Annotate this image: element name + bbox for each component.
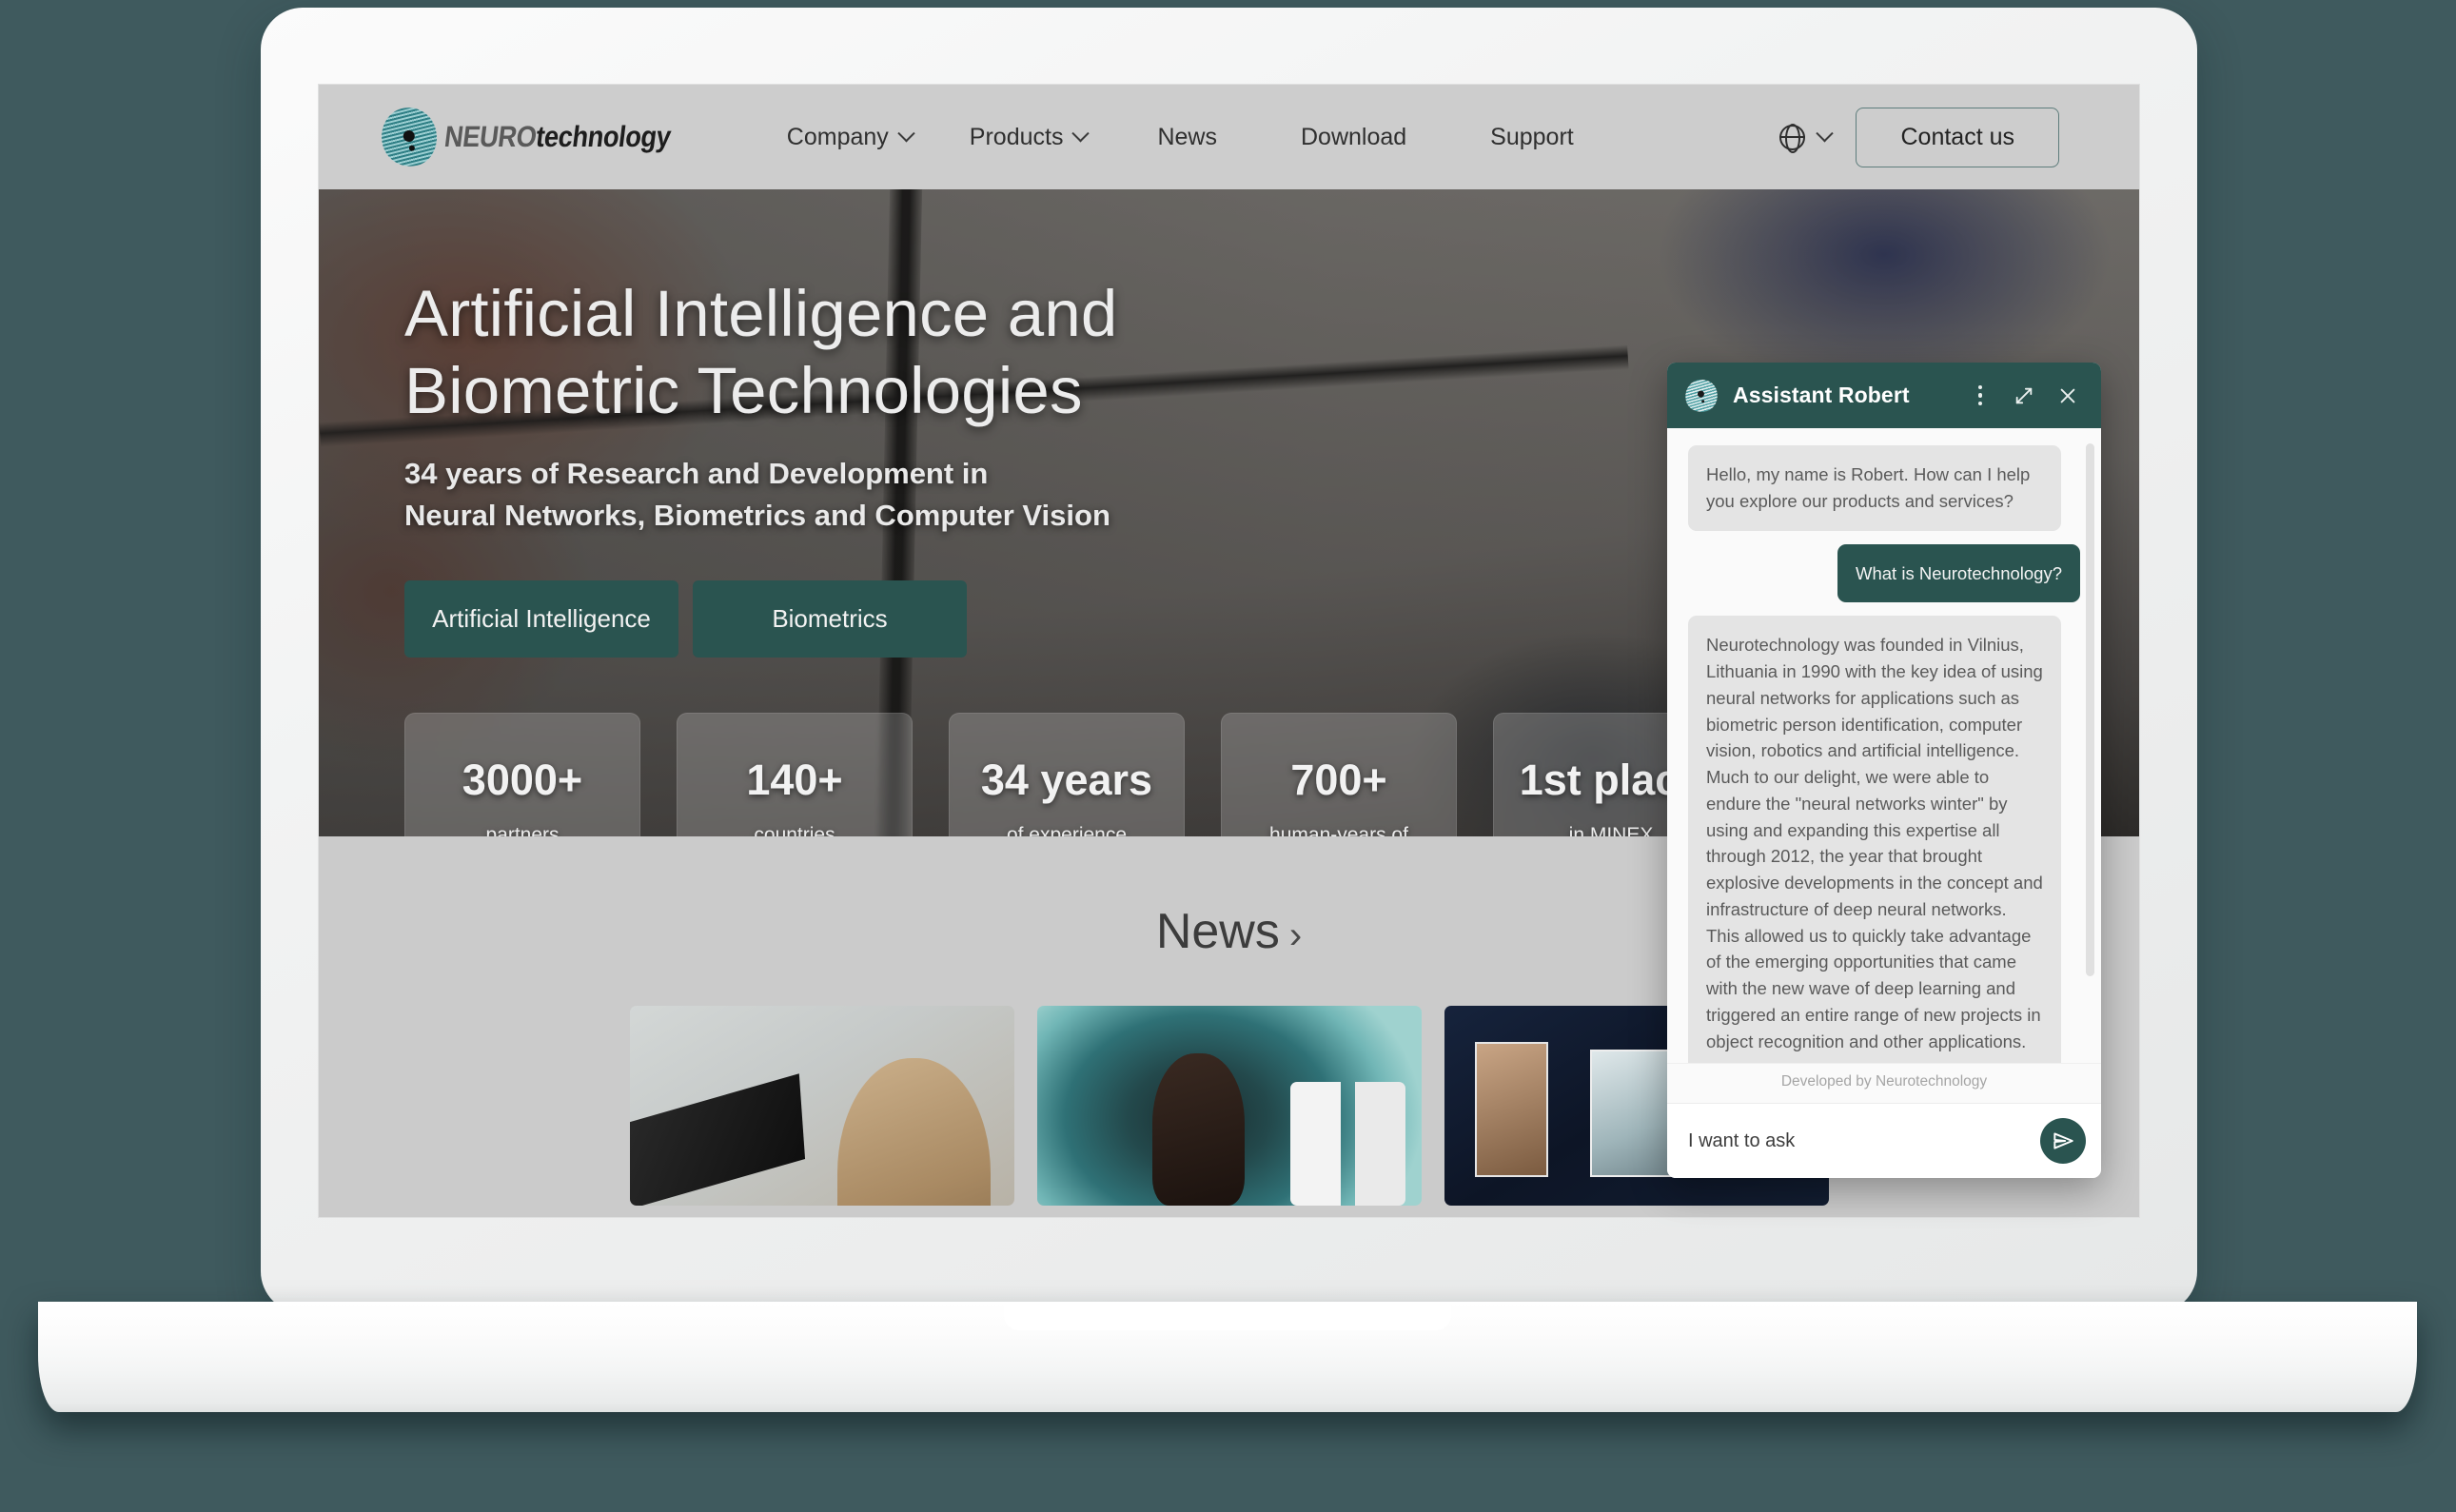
- chat-credit-label: Developed by Neurotechnology: [1667, 1063, 2101, 1103]
- neurotechnology-logo-icon: [375, 101, 443, 173]
- brand-wordmark-technology: technology: [534, 120, 673, 153]
- stat-value: 3000+: [462, 755, 583, 804]
- cta-artificial-intelligence[interactable]: Artificial Intelligence: [404, 579, 678, 658]
- chat-message-bot: Hello, my name is Robert. How can I help…: [1688, 445, 2080, 531]
- stat-value: 34 years: [980, 755, 1153, 804]
- nav-item-products[interactable]: Products: [941, 114, 1116, 161]
- stat-value: 140+: [746, 755, 843, 804]
- stat-label: human-years of R&D experience: [1269, 823, 1408, 836]
- stat-label: of experience: [1006, 823, 1128, 836]
- chat-message-input[interactable]: [1688, 1129, 2040, 1152]
- neurotechnology-logo-icon: [1680, 375, 1722, 416]
- news-card[interactable]: [1036, 1006, 1422, 1206]
- news-heading-label: News: [1155, 904, 1280, 959]
- chevron-down-icon: [1816, 124, 1835, 142]
- nav-item-download-label: Download: [1300, 123, 1407, 150]
- expand-icon[interactable]: [2009, 381, 2039, 411]
- laptop-base: [38, 1302, 2417, 1412]
- chat-header: Assistant Robert: [1667, 363, 2101, 428]
- nav-item-company[interactable]: Company: [758, 114, 941, 161]
- send-icon: [2053, 1132, 2073, 1149]
- chat-scrollbar[interactable]: [2086, 443, 2094, 976]
- chat-bubble-long: Neurotechnology was founded in Vilnius, …: [1688, 616, 2061, 1063]
- stat-label: countries: [754, 823, 835, 836]
- hero-subtitle-line-2: Neural Networks, Biometrics and Computer…: [404, 498, 1110, 532]
- chat-bubble-text: What is Neurotechnology?: [1837, 543, 2080, 603]
- chevron-right-icon: ›: [1288, 914, 1303, 956]
- site-navigation-bar: NEUROtechnology Company Products News Do…: [319, 85, 2139, 189]
- contact-us-button[interactable]: Contact us: [1856, 107, 2059, 167]
- nav-item-support-label: Support: [1490, 123, 1574, 150]
- chat-message-list[interactable]: Hello, my name is Robert. How can I help…: [1667, 428, 2101, 1063]
- brand-logo[interactable]: NEUROtechnology: [375, 101, 686, 173]
- language-switcher[interactable]: [1779, 124, 1835, 150]
- news-card[interactable]: [629, 1006, 1014, 1206]
- stat-label: in MINEX evaluation: [1568, 823, 1654, 836]
- hero-title-line-1: Artificial Intelligence and: [404, 277, 1118, 350]
- chevron-down-icon: [897, 124, 915, 142]
- cta-biometrics[interactable]: Biometrics: [693, 579, 967, 658]
- main-nav-links: Company Products News Download Support: [758, 114, 1616, 161]
- chevron-down-icon: [1071, 124, 1090, 142]
- stat-card-partners: 3000+ partners: [404, 712, 640, 836]
- stat-card-countries: 140+ countries: [677, 712, 913, 836]
- stat-value: 700+: [1290, 755, 1387, 804]
- chat-title: Assistant Robert: [1733, 383, 1910, 407]
- send-button[interactable]: [2040, 1118, 2086, 1164]
- brand-wordmark-neuro: NEURO: [442, 120, 539, 153]
- globe-icon: [1779, 124, 1806, 150]
- stat-label: partners: [485, 823, 560, 836]
- stat-card-experience: 34 years of experience: [949, 712, 1185, 836]
- chat-message-user: What is Neurotechnology?: [1688, 543, 2080, 603]
- hero-subtitle-line-1: 34 years of Research and Development in: [404, 456, 989, 490]
- nav-item-news-label: News: [1157, 123, 1217, 150]
- chat-message-bot: Neurotechnology was founded in Vilnius, …: [1688, 616, 2080, 1063]
- nav-item-news[interactable]: News: [1115, 114, 1259, 161]
- nav-item-support[interactable]: Support: [1448, 114, 1616, 161]
- chat-bubble-text: Neurotechnology was founded in Vilnius, …: [1706, 635, 2043, 1051]
- nav-right-cluster: Contact us: [1779, 107, 2059, 167]
- chat-bubble-text: Hello, my name is Robert. How can I help…: [1688, 445, 2061, 531]
- chat-assistant-widget: Assistant Robert Hello, my name is Rober…: [1667, 363, 2101, 1178]
- brand-wordmark: NEUROtechnology: [442, 120, 673, 154]
- close-icon[interactable]: [2053, 381, 2083, 411]
- stat-card-rd-experience: 700+ human-years of R&D experience: [1221, 712, 1457, 836]
- kebab-menu-icon[interactable]: [1965, 381, 1995, 411]
- hero-title-line-2: Biometric Technologies: [404, 354, 1083, 428]
- nav-item-download[interactable]: Download: [1259, 114, 1448, 161]
- nav-item-company-label: Company: [786, 123, 889, 150]
- chat-input-bar: [1667, 1103, 2101, 1178]
- nav-item-products-label: Products: [969, 123, 1064, 150]
